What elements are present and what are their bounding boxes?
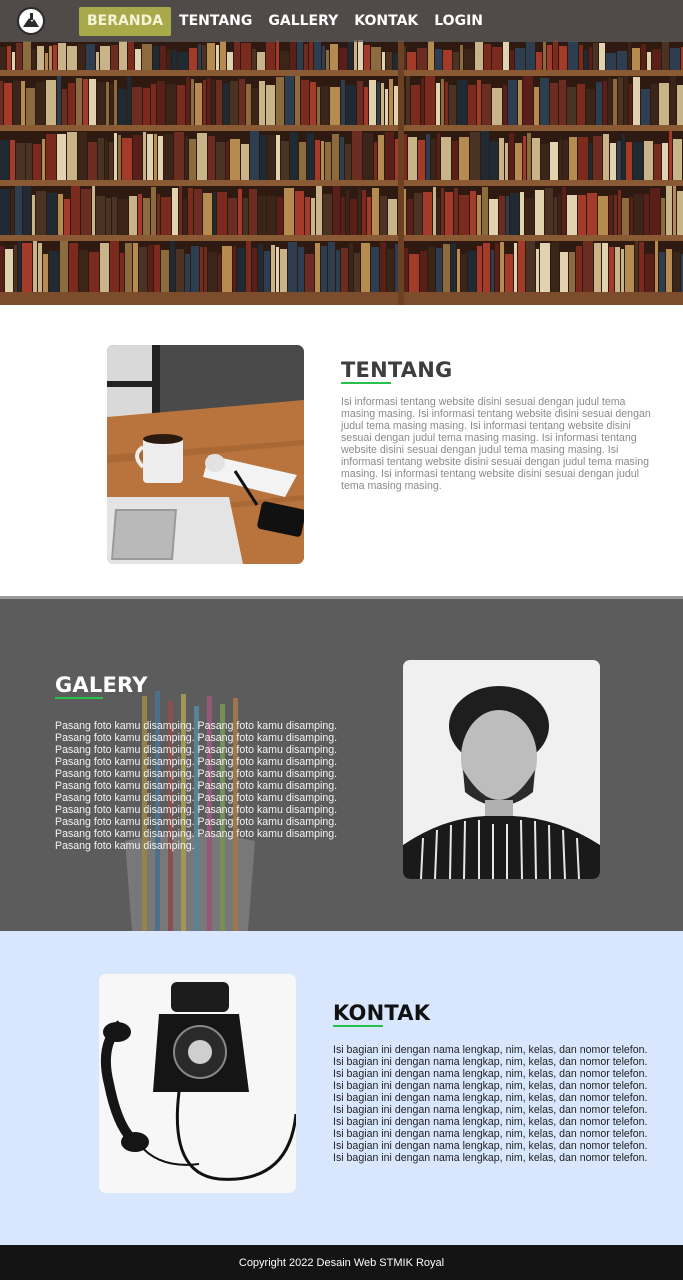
footer: Copyright 2022 Desain Web STMIK Royal	[0, 1245, 683, 1280]
kontak-line: Isi bagian ini dengan nama lengkap, nim,…	[333, 1044, 648, 1056]
nav-item-kontak[interactable]: KONTAK	[346, 7, 426, 36]
kontak-line: Isi bagian ini dengan nama lengkap, nim,…	[333, 1080, 648, 1092]
nav-item-beranda[interactable]: BERANDA	[79, 6, 172, 36]
tentang-title-underline	[341, 382, 391, 384]
galery-section: GALERY Pasang foto kamu disamping. Pasan…	[0, 596, 683, 931]
desk-laptop-photo	[107, 345, 304, 564]
portrait-photo	[403, 660, 600, 879]
main-nav: BERANDA TENTANG GALLERY KONTAK LOGIN	[79, 6, 491, 36]
copyright-text: Copyright 2022 Desain Web STMIK Royal	[238, 1256, 445, 1269]
nav-item-tentang[interactable]: TENTANG	[171, 7, 260, 36]
kontak-line: Isi bagian ini dengan nama lengkap, nim,…	[333, 1104, 648, 1116]
bookshelf-image	[0, 0, 683, 305]
galery-title: GALERY	[55, 673, 148, 697]
nav-item-login[interactable]: LOGIN	[426, 7, 491, 36]
tentang-title: TENTANG	[341, 358, 453, 382]
tentang-text: Isi informasi tentang website disini ses…	[341, 396, 651, 492]
kontak-section: KONTAK Isi bagian ini dengan nama lengka…	[0, 931, 683, 1245]
galery-text: Pasang foto kamu disamping. Pasang foto …	[55, 720, 338, 852]
tentang-section: TENTANG Isi informasi tentang website di…	[0, 305, 683, 596]
kontak-line: Isi bagian ini dengan nama lengkap, nim,…	[333, 1140, 648, 1152]
navbar: BERANDA TENTANG GALLERY KONTAK LOGIN	[0, 0, 683, 42]
kontak-title-underline	[333, 1025, 383, 1027]
kontak-line: Isi bagian ini dengan nama lengkap, nim,…	[333, 1056, 648, 1068]
nav-item-gallery[interactable]: GALLERY	[260, 7, 346, 36]
kontak-text: Isi bagian ini dengan nama lengkap, nim,…	[333, 1044, 663, 1164]
kontak-line: Isi bagian ini dengan nama lengkap, nim,…	[333, 1092, 648, 1104]
telephone-photo	[99, 974, 296, 1193]
galery-title-underline	[55, 697, 103, 699]
kontak-line: Isi bagian ini dengan nama lengkap, nim,…	[333, 1068, 648, 1080]
kontak-line: Isi bagian ini dengan nama lengkap, nim,…	[333, 1116, 648, 1128]
hero-banner: BERANDA TENTANG GALLERY KONTAK LOGIN	[0, 0, 683, 305]
kontak-line: Isi bagian ini dengan nama lengkap, nim,…	[333, 1152, 648, 1164]
kontak-line: Isi bagian ini dengan nama lengkap, nim,…	[333, 1128, 648, 1140]
kontak-title: KONTAK	[333, 1001, 431, 1025]
mountain-logo-icon[interactable]	[17, 7, 45, 35]
